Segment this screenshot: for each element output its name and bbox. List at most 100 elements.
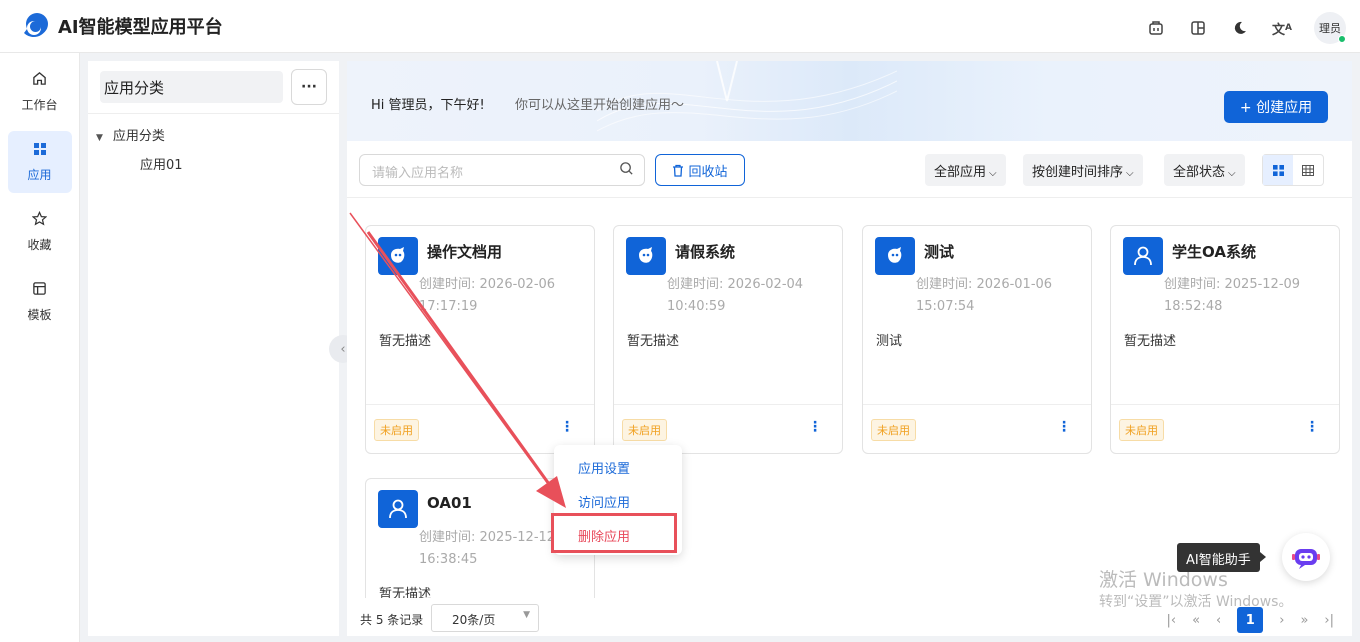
prev-page-icon[interactable]: ‹ [1216,613,1221,628]
bot-icon [626,237,666,275]
app-title: AI智能模型应用平台 [58,17,223,38]
status-badge: 未启用 [622,419,667,441]
top-bar: AI智能模型应用平台 文A 理员 [0,0,1360,53]
more-vertical-icon[interactable]: ⋮ [808,419,822,435]
search-placeholder: 请输入应用名称 [372,166,464,181]
moon-icon[interactable] [1230,18,1250,38]
first-page-icon[interactable]: |‹ [1166,613,1176,628]
divider [1111,404,1339,405]
nav-item-templates[interactable]: 模板 [8,271,72,333]
app-description: 暂无描述 [379,334,432,349]
table-view-icon[interactable] [1293,155,1323,185]
app-name: 测试 [924,243,955,261]
recycle-bin-button[interactable]: 回收站 [655,154,745,186]
created-time-label: 创建时间: 2026-02-06 [419,277,556,292]
next-5-pages-icon[interactable]: » [1300,613,1308,628]
nav-item-workbench[interactable]: 工作台 [8,61,72,123]
trash-icon [673,164,684,177]
app-name: 学生OA系统 [1172,243,1256,261]
welcome-banner: Hi 管理员，下午好! 你可以从这里开始创建应用〜 + 创建应用 [347,61,1352,141]
layout-icon[interactable] [1188,18,1208,38]
app-name: 请假系统 [675,243,736,261]
app-created-time: 创建时间: 2026-01-06 15:07:54 [916,274,1086,318]
status-dropdown[interactable]: 全部状态 ⌵ [1164,154,1245,186]
tree-node-child[interactable]: 应用01 [140,154,183,173]
tree-node-root[interactable]: ▼ 应用分类 [96,125,165,144]
created-time-clock: 10:40:59 [667,299,726,314]
sort-dropdown[interactable]: 按创建时间排序 ⌵ [1023,154,1143,186]
chevron-down-icon: ⌵ [1126,168,1134,179]
template-icon [32,281,47,300]
windows-watermark-text: 转到“设置”以激活 Windows。 [1099,594,1293,610]
logo-icon [24,13,48,38]
chevron-down-icon: ⌵ [989,168,997,179]
caret-down-icon[interactable]: ▼ [96,133,103,143]
ai-assistant-tooltip: AI智能助手 [1177,543,1266,572]
bot-icon [378,237,418,275]
search-input[interactable]: 请输入应用名称 [359,154,645,186]
app-card[interactable]: 请假系统 创建时间: 2026-02-04 10:40:59 暂无描述 未启用 ⋮ [613,225,843,454]
app-created-time: 创建时间: 2026-02-06 17:17:19 [419,274,589,318]
search-icon[interactable] [619,161,634,180]
apps-icon [33,142,47,160]
nav-item-label: 应用 [27,167,52,182]
app-name: 操作文档用 [427,243,503,261]
dropdown-label: 全部应用 [934,165,987,180]
status-badge: 未启用 [374,419,419,441]
more-vertical-icon[interactable]: ⋮ [560,419,574,435]
status-badge: 未启用 [871,419,916,441]
app-card[interactable]: 测试 创建时间: 2026-01-06 15:07:54 测试 未启用 ⋮ [862,225,1092,454]
created-time-clock: 15:07:54 [916,299,975,314]
divider [366,404,594,405]
created-time-label: 创建时间: 2025-12-12 [419,530,556,545]
menu-item-app-settings[interactable]: 应用设置 [578,458,630,477]
created-time-label: 创建时间: 2025-12-09 [1164,277,1301,292]
bot-icon [875,237,915,275]
app-store-icon[interactable] [1146,18,1166,38]
robot-icon [1292,549,1320,569]
divider [614,404,842,405]
app-name: OA01 [427,494,472,512]
chevron-down-icon: ⌵ [1228,168,1236,179]
created-time-clock: 16:38:45 [419,552,478,567]
translate-icon[interactable]: 文A [1272,18,1292,38]
tree-node-label: 应用分类 [112,129,165,144]
highlight-box [551,513,677,553]
total-records: 共 5 条记录 [360,613,424,627]
nav-item-label: 模板 [27,308,52,322]
next-page-icon[interactable]: › [1279,613,1284,628]
created-time-label: 创建时间: 2026-01-06 [916,277,1053,292]
avatar[interactable]: 理员 [1314,12,1346,44]
app-filter-dropdown[interactable]: 全部应用 ⌵ [925,154,1006,186]
prev-5-pages-icon[interactable]: « [1192,613,1200,628]
dropdown-label: 按创建时间排序 [1032,165,1124,180]
created-time-clock: 17:17:19 [419,299,478,314]
filter-bar: 请输入应用名称 回收站 全部应用 ⌵ 按创建时间排序 ⌵ 全部状态 ⌵ [347,147,1352,198]
more-button[interactable]: ··· [291,69,327,105]
star-icon [31,210,48,230]
app-created-time: 创建时间: 2025-12-09 18:52:48 [1164,274,1334,318]
recycle-label: 回收站 [688,164,728,180]
menu-item-visit-app[interactable]: 访问应用 [578,492,630,511]
ai-assistant-button[interactable] [1282,533,1330,581]
last-page-icon[interactable]: ›| [1324,613,1334,628]
home-icon [32,71,47,90]
chevron-left-icon: ‹ [340,341,346,357]
app-card[interactable]: 操作文档用 创建时间: 2026-02-06 17:17:19 暂无描述 未启用 … [365,225,595,454]
page-size-select[interactable]: 20条/页 ▼ [431,604,539,632]
category-panel: 应用分类 ··· ▼ 应用分类 应用01 [88,61,339,636]
more-vertical-icon[interactable]: ⋮ [1057,419,1071,435]
avatar-text: 理员 [1319,22,1341,35]
more-vertical-icon[interactable]: ⋮ [1305,419,1319,435]
create-app-button[interactable]: + 创建应用 [1224,91,1328,123]
nav-item-label: 工作台 [21,98,58,112]
grid-view-icon[interactable] [1263,155,1293,185]
nav-item-apps[interactable]: 应用 [7,131,72,193]
caret-down-icon: ▼ [523,610,530,620]
page-size-value: 20条/页 [452,613,496,627]
app-card[interactable]: 学生OA系统 创建时间: 2025-12-09 18:52:48 暂无描述 未启用… [1110,225,1340,454]
app-description: 测试 [876,334,903,349]
nav-item-favorites[interactable]: 收藏 [8,201,72,263]
divider [863,404,1091,405]
created-time-clock: 18:52:48 [1164,299,1223,314]
